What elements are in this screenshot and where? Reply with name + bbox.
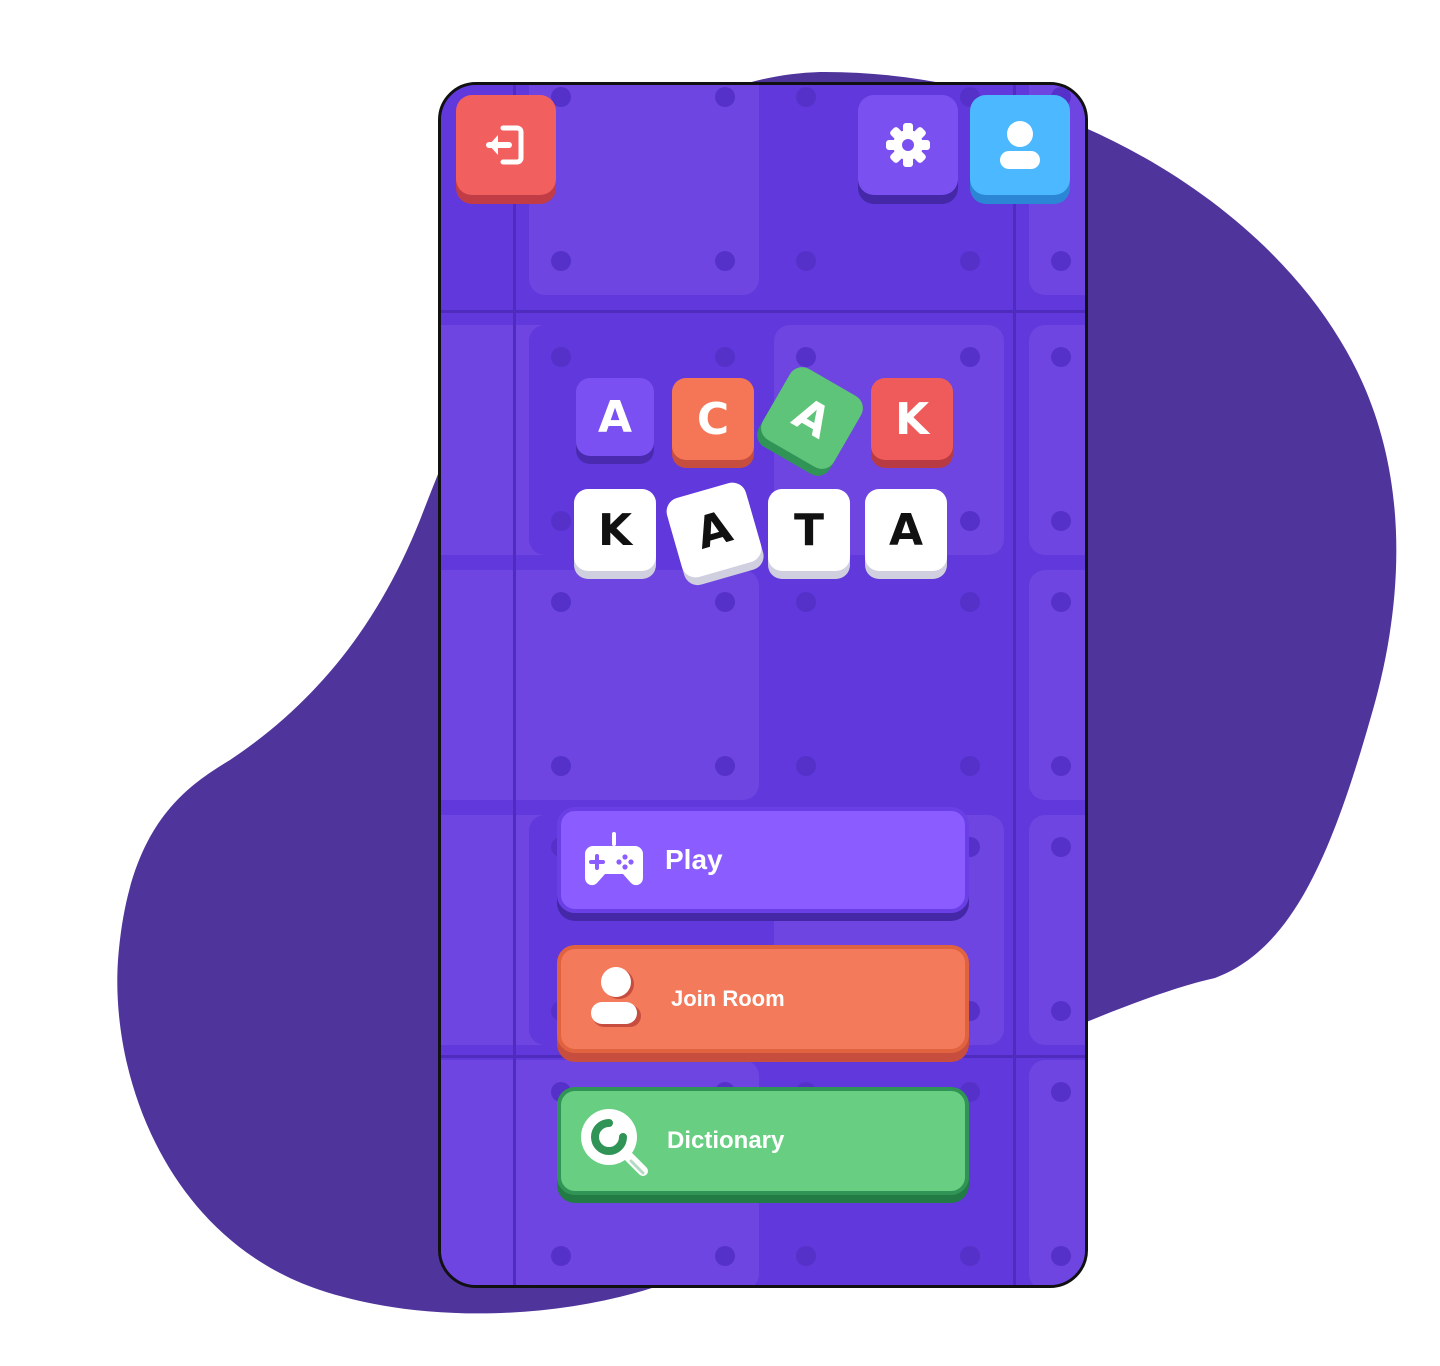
grid-rivet: [715, 87, 735, 107]
logo-tile: A: [576, 378, 654, 456]
grid-rivet: [715, 592, 735, 612]
exit-door-icon: [486, 125, 524, 165]
grid-rivet: [551, 251, 571, 271]
grid-rivet: [960, 511, 980, 531]
logo-tile: A: [865, 489, 947, 571]
grid-rivet: [551, 1246, 571, 1266]
grid-line: [441, 310, 1085, 313]
grid-rivet: [796, 347, 816, 367]
user-icon: [591, 967, 641, 1027]
magnifier-icon: [581, 1109, 648, 1176]
grid-rivet: [715, 251, 735, 271]
dictionary-button[interactable]: Dictionary: [557, 1087, 969, 1195]
grid-line: [441, 1055, 1085, 1058]
grid-rivet: [1051, 251, 1071, 271]
user-icon: [1000, 121, 1040, 169]
grid-rivet: [551, 347, 571, 367]
grid-rivet: [960, 756, 980, 776]
grid-rivet: [1051, 1001, 1071, 1021]
grid-rivet: [960, 347, 980, 367]
logo-tile: T: [768, 489, 850, 571]
grid-rivet: [1051, 347, 1071, 367]
grid-rivet: [715, 756, 735, 776]
grid-rivet: [551, 592, 571, 612]
grid-rivet: [796, 756, 816, 776]
logo-tile: K: [871, 378, 953, 460]
grid-rivet: [1051, 592, 1071, 612]
grid-rivet: [715, 347, 735, 367]
grid-rivet: [796, 1246, 816, 1266]
grid-rivet: [796, 592, 816, 612]
grid-rivet: [960, 592, 980, 612]
exit-button[interactable]: [456, 95, 556, 195]
grid-rivet: [960, 1246, 980, 1266]
logo-tile: C: [672, 378, 754, 460]
grid-rivet: [1051, 1082, 1071, 1102]
grid-rivet: [796, 87, 816, 107]
play-label: Play: [665, 844, 723, 875]
grid-line: [513, 85, 516, 1285]
gamepad-icon: [584, 832, 644, 886]
profile-button[interactable]: [970, 95, 1070, 195]
settings-button[interactable]: [858, 95, 958, 195]
join-room-label: Join Room: [671, 986, 785, 1011]
grid-rivet: [551, 511, 571, 531]
grid-rivet: [715, 1246, 735, 1266]
logo-tile: K: [574, 489, 656, 571]
play-button[interactable]: Play: [557, 807, 969, 913]
grid-rivet: [1051, 756, 1071, 776]
grid-rivet: [1051, 1246, 1071, 1266]
join-room-button[interactable]: Join Room: [557, 945, 969, 1053]
grid-rivet: [1051, 837, 1071, 857]
dictionary-label: Dictionary: [667, 1127, 785, 1154]
grid-rivet: [1051, 511, 1071, 531]
grid-rivet: [960, 251, 980, 271]
grid-rivet: [796, 251, 816, 271]
grid-line: [1013, 85, 1016, 1285]
gear-icon: [886, 123, 930, 167]
phone-screen: A C A K K A T A Play Join Room Dictionar…: [438, 82, 1088, 1288]
grid-rivet: [551, 756, 571, 776]
